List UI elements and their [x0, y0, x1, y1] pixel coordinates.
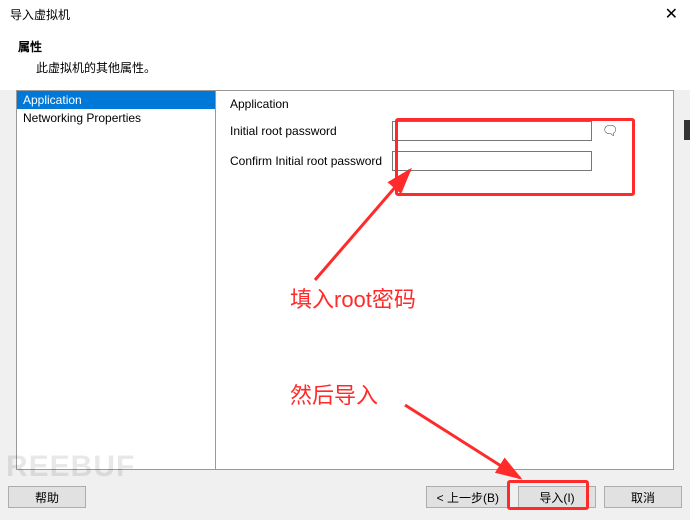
back-button[interactable]: < 上一步(B) — [426, 486, 510, 508]
label-confirm-password: Confirm Initial root password — [230, 154, 392, 168]
side-fragment — [684, 120, 690, 140]
sidebar-item-networking[interactable]: Networking Properties — [17, 109, 215, 127]
form-row-confirm-password: Confirm Initial root password — [230, 151, 659, 171]
close-icon[interactable]: ✕ — [659, 4, 684, 24]
content-area: Application Networking Properties Applic… — [0, 90, 690, 470]
properties-pane: Application Initial root password 🗨 Conf… — [216, 90, 674, 470]
titlebar: 导入虚拟机 ✕ — [0, 0, 690, 28]
header-subtitle: 此虚拟机的其他属性。 — [18, 59, 672, 76]
input-initial-password[interactable] — [392, 121, 592, 141]
cancel-button[interactable]: 取消 — [604, 486, 682, 508]
help-button[interactable]: 帮助 — [8, 486, 86, 508]
input-confirm-password[interactable] — [392, 151, 592, 171]
header-section: 属性 此虚拟机的其他属性。 — [0, 28, 690, 90]
speech-bubble-icon[interactable]: 🗨 — [602, 123, 619, 139]
group-title: Application — [230, 97, 659, 111]
header-title: 属性 — [18, 38, 672, 55]
sidebar-item-application[interactable]: Application — [17, 91, 215, 109]
wizard-window: 导入虚拟机 ✕ 属性 此虚拟机的其他属性。 Application Networ… — [0, 0, 690, 520]
window-title: 导入虚拟机 — [10, 6, 659, 23]
import-button[interactable]: 导入(I) — [518, 486, 596, 508]
label-initial-password: Initial root password — [230, 124, 392, 138]
footer-buttons: 帮助 < 上一步(B) 导入(I) 取消 — [8, 486, 682, 508]
category-list: Application Networking Properties — [16, 90, 216, 470]
form-row-initial-password: Initial root password 🗨 — [230, 121, 659, 141]
